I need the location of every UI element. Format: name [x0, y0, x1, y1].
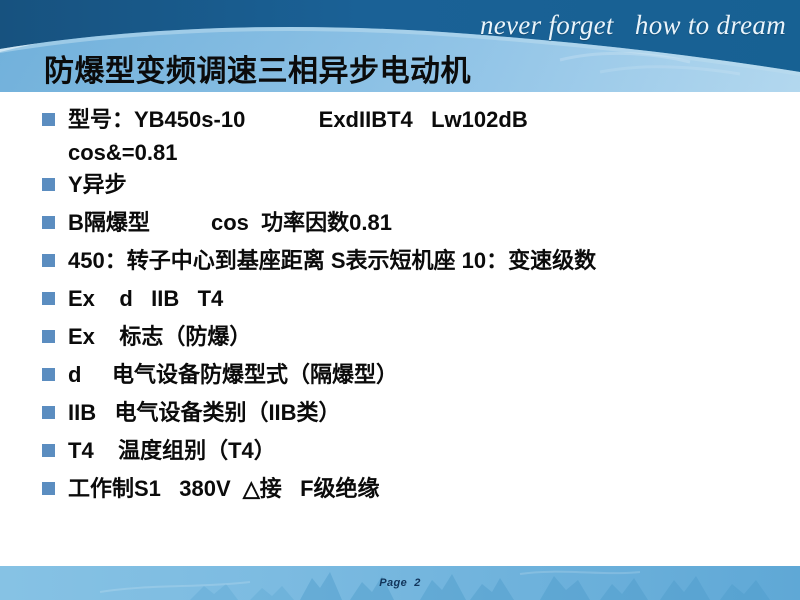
list-item: Ex d IIB T4: [0, 283, 800, 321]
list-item: d 电气设备防爆型式（隔爆型）: [0, 359, 800, 397]
list-item: 450：转子中心到基座距离 S表示短机座 10：变速级数: [0, 245, 800, 283]
list-item-label: Y异步: [68, 172, 127, 198]
square-bullet-icon: [42, 216, 55, 230]
footer-page-number: 2: [414, 577, 421, 589]
bullet-list: 型号：YB450s-10 ExdIIBT4 Lw102dB cos&=0.81 …: [0, 96, 800, 511]
list-item: IIB 电气设备类别（IIB类）: [0, 397, 800, 435]
list-item-label-line2: cos&=0.81: [68, 139, 178, 165]
list-item-label: T4 温度组别（T4）: [68, 438, 276, 464]
square-bullet-icon: [42, 444, 55, 458]
square-bullet-icon: [42, 178, 55, 192]
header-tagline: never forget how to dream: [479, 10, 786, 40]
square-bullet-icon: [42, 330, 55, 344]
list-item: Y异步: [0, 169, 800, 207]
slide-content: 型号：YB450s-10 ExdIIBT4 Lw102dB cos&=0.81 …: [0, 96, 800, 558]
list-item-label: IIB 电气设备类别（IIB类）: [68, 400, 341, 426]
slide: never forget how to dream 防爆型变频调速三相异步电动机…: [0, 0, 800, 600]
list-item-label: Ex d IIB T4: [68, 286, 224, 312]
square-bullet-icon: [42, 368, 55, 382]
square-bullet-icon: [42, 292, 55, 306]
square-bullet-icon: [42, 406, 55, 420]
list-item-label: 450：转子中心到基座距离 S表示短机座 10：变速级数: [68, 248, 597, 274]
slide-header: never forget how to dream 防爆型变频调速三相异步电动机: [0, 0, 800, 92]
square-bullet-icon: [42, 113, 55, 126]
list-item: B隔爆型 cos 功率因数0.81: [0, 207, 800, 245]
list-item-label: B隔爆型 cos 功率因数0.81: [68, 210, 392, 236]
list-item-text-wrap: 型号：YB450s-10 ExdIIBT4 Lw102dB cos&=0.81: [68, 104, 528, 169]
footer-page-label: Page: [379, 577, 408, 589]
list-item-label: 型号：YB450s-10 ExdIIBT4 Lw102dB: [68, 107, 528, 132]
slide-footer: Page 2: [0, 566, 800, 600]
list-item: 型号：YB450s-10 ExdIIBT4 Lw102dB cos&=0.81: [0, 104, 800, 169]
square-bullet-icon: [42, 254, 55, 268]
page-title: 防爆型变频调速三相异步电动机: [44, 55, 471, 88]
list-item-label: Ex 标志（防爆）: [68, 324, 252, 350]
list-item: Ex 标志（防爆）: [0, 321, 800, 359]
list-item: T4 温度组别（T4）: [0, 435, 800, 473]
footer-page-indicator: Page 2: [0, 566, 800, 600]
list-item-label: 工作制S1 380V △接 F级绝缘: [68, 476, 380, 502]
list-item: 工作制S1 380V △接 F级绝缘: [0, 473, 800, 511]
list-item-label: d 电气设备防爆型式（隔爆型）: [68, 362, 399, 388]
square-bullet-icon: [42, 482, 55, 496]
